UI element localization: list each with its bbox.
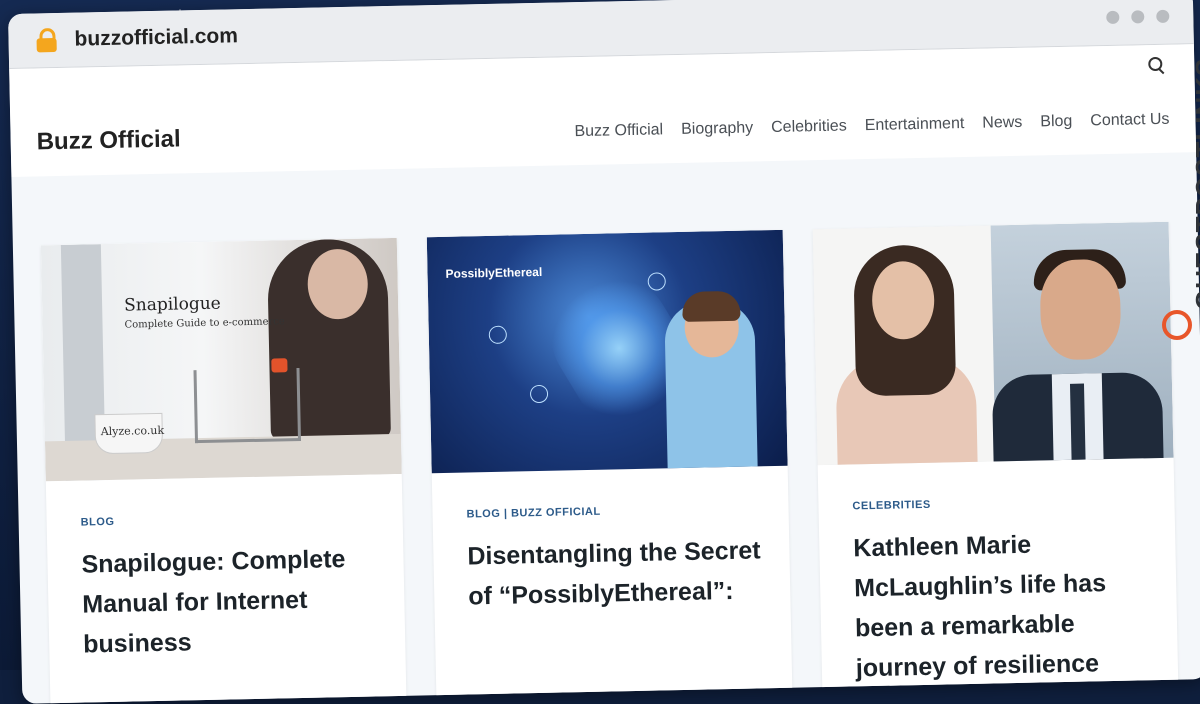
nav-item-contact-us[interactable]: Contact Us xyxy=(1090,111,1170,131)
nav-item-celebrities[interactable]: Celebrities xyxy=(771,117,847,137)
lock-icon xyxy=(36,28,57,53)
post-title[interactable]: Kathleen Marie McLaughlin’s life has bee… xyxy=(853,522,1156,688)
post-category[interactable]: BLOG | BUZZ OFFICIAL xyxy=(466,506,600,521)
nav-item-biography[interactable]: Biography xyxy=(681,119,753,139)
post-card[interactable]: Alyze.co.uk Snapilogue Complete Guide to… xyxy=(40,237,407,704)
main-nav: Buzz Official Biography Celebrities Ente… xyxy=(574,111,1169,141)
post-image[interactable] xyxy=(812,221,1174,466)
post-card[interactable]: PossiblyEthereal BLOG | BUZZ OFFICIAL Di… xyxy=(426,229,793,704)
post-category[interactable]: BLOG xyxy=(81,516,115,529)
tech-icon xyxy=(647,272,666,291)
link-logo-icon xyxy=(1162,310,1192,340)
post-title[interactable]: Snapilogue: Complete Manual for Internet… xyxy=(81,538,383,664)
nav-item-news[interactable]: News xyxy=(982,114,1022,133)
post-image[interactable]: Alyze.co.uk Snapilogue Complete Guide to… xyxy=(40,237,402,482)
browser-window: buzzofficial.com Buzz Official Buzz Offi… xyxy=(8,0,1200,704)
shopping-cart-icon xyxy=(193,367,302,444)
post-image[interactable]: PossiblyEthereal xyxy=(426,229,788,474)
watermark-text: GUESTPOSTLINKS xyxy=(1190,57,1200,310)
image-title: Snapilogue xyxy=(123,293,221,316)
post-grid: Alyze.co.uk Snapilogue Complete Guide to… xyxy=(40,221,1179,704)
image-subtitle: Complete Guide to e-commerce xyxy=(124,316,285,331)
nav-item-entertainment[interactable]: Entertainment xyxy=(865,115,965,135)
post-title[interactable]: Disentangling the Secret of “PossiblyEth… xyxy=(467,530,769,616)
window-dot-icon[interactable] xyxy=(1131,10,1145,24)
nav-item-blog[interactable]: Blog xyxy=(1040,113,1072,132)
post-category[interactable]: CELEBRITIES xyxy=(852,499,930,513)
site-brand[interactable]: Buzz Official xyxy=(36,125,181,156)
window-dot-icon[interactable] xyxy=(1106,10,1120,24)
tech-icon xyxy=(488,325,508,344)
post-card[interactable]: CELEBRITIES Kathleen Marie McLaughlin’s … xyxy=(812,221,1179,700)
image-label: PossiblyEthereal xyxy=(445,264,543,281)
tech-icon xyxy=(529,384,549,404)
watermark: GUESTPOSTLINKS xyxy=(1160,40,1200,360)
url-text[interactable]: buzzofficial.com xyxy=(74,24,238,51)
window-dot-icon[interactable] xyxy=(1156,9,1170,23)
window-controls xyxy=(1106,9,1170,24)
cup-text: Alyze.co.uk xyxy=(100,423,165,439)
nav-item-buzz-official[interactable]: Buzz Official xyxy=(574,121,663,141)
